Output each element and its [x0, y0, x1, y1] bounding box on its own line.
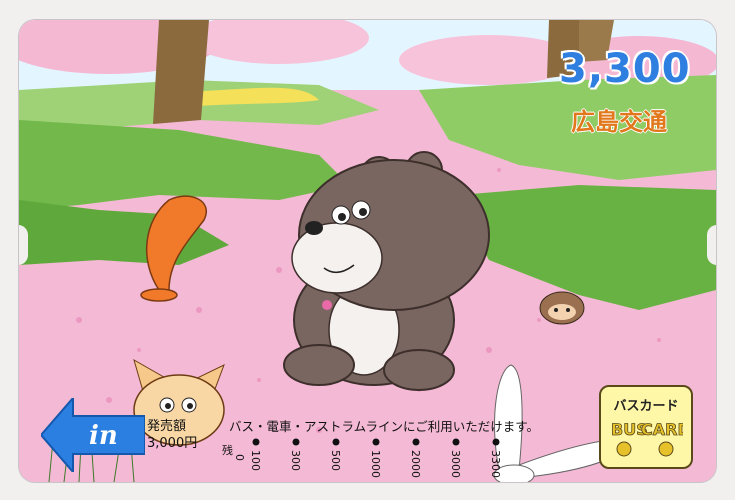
- issue-amount: 3,000円: [147, 436, 198, 451]
- scale-ticks: 100 300 500 1000 2000 3000 3300: [249, 438, 502, 478]
- card-notch-right: [707, 225, 716, 265]
- bus-card-badge: バスカード BUS CARD: [599, 385, 693, 469]
- bus-card-logo: BUS CARD: [611, 420, 683, 457]
- issue-info: 発売額 3,000円: [147, 418, 197, 452]
- scale-dot: [412, 438, 420, 446]
- scale-number: 3000: [449, 450, 462, 478]
- scale-dot: [292, 438, 300, 446]
- card-word: CARD: [641, 420, 683, 439]
- scale-number: 1000: [369, 450, 382, 478]
- scale-number: 300: [289, 450, 302, 471]
- scale-dot: [492, 438, 500, 446]
- scale-dot: [372, 438, 380, 446]
- balance-scale: 残 0 100 300 500 1000 2000 3000 3300: [222, 438, 502, 478]
- scale-marker: 残: [222, 443, 233, 457]
- in-arrow-icon: in: [41, 398, 145, 472]
- scale-number: 3300: [489, 450, 502, 478]
- scale-dot: [452, 438, 460, 446]
- bus-card-jp: バスカード: [613, 399, 679, 414]
- company-name: 広島交通: [571, 108, 667, 136]
- scale-number: 2000: [409, 450, 422, 478]
- monkey-character: [539, 291, 585, 325]
- issue-label: 発売額: [147, 419, 187, 434]
- in-logo-text: in: [89, 421, 118, 451]
- scale-dot: [332, 438, 340, 446]
- scale-zero: 0: [233, 454, 246, 461]
- scale-dot: [252, 438, 260, 446]
- card-notch-left: [19, 225, 28, 265]
- scale-number: 100: [249, 450, 262, 471]
- card-value: 3,300: [559, 46, 691, 92]
- scale-number: 500: [329, 450, 342, 471]
- bus-card: 3,300 広島交通 in 発売額 3,000円 バス・電車・アストラムラインに…: [19, 20, 716, 482]
